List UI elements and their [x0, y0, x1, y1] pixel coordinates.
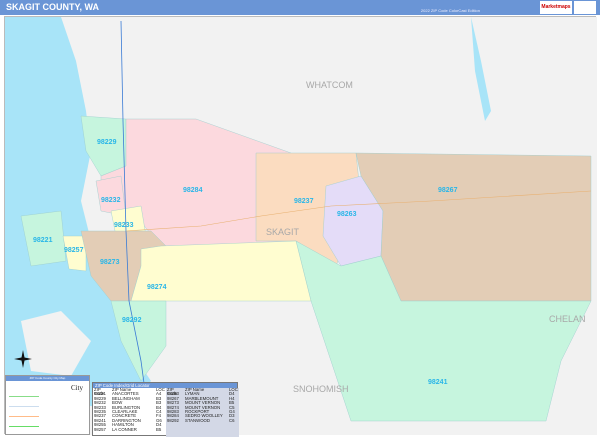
county-label-whatcom: WHATCOM [306, 80, 353, 90]
map-title: SKAGIT COUNTY, WA [6, 2, 100, 12]
zip-label: 98292 [122, 317, 142, 324]
table-cell: C6 [229, 417, 235, 423]
brand-logo: Marketmaps [540, 1, 572, 14]
zip-area-98274[interactable] [130, 240, 312, 302]
zip-label: 98273 [100, 259, 120, 266]
legend-title: ZIP Code County City Map [6, 376, 89, 381]
legend-line [9, 396, 39, 397]
table-row: 98292 STANWOOD C6 [167, 417, 239, 423]
brand-info-box [574, 1, 596, 14]
zip-label: 98267 [438, 187, 458, 194]
zip-table-left-column: ZIP Code ZIP Name LOC 98221 ANACORTES A4 9822… [93, 387, 166, 437]
legend-city-sample: City [70, 384, 83, 392]
zip-label: 98237 [294, 198, 314, 205]
zip-label: 98232 [101, 197, 121, 204]
legend-line [9, 406, 39, 407]
table-row: 98257 LA CONNER B5 [94, 426, 166, 432]
table-cell: LA CONNER [112, 426, 137, 432]
table-cell: 98257 [94, 426, 106, 432]
map-legend: ZIP Code County City Map City [5, 375, 90, 435]
zip-label: 98221 [33, 237, 53, 244]
zip-table-right-column: ZIP Code ZIP Name LOC 98263 LYMAN D4 98267 MAR… [166, 387, 239, 437]
county-label-snohomish: SNOHOMISH [293, 384, 349, 394]
zip-label: 98229 [97, 139, 117, 146]
legend-line [9, 426, 39, 427]
zip-label: 98263 [337, 211, 357, 218]
zip-label: 98284 [183, 187, 203, 194]
table-cell: B5 [156, 426, 162, 432]
table-cell: 98292 [167, 417, 179, 423]
map-canvas[interactable]: WHATCOM SKAGIT CHELAN SNOHOMISH 98229 98… [4, 16, 597, 436]
county-label-skagit: SKAGIT [266, 227, 300, 237]
zip-label: 98257 [64, 247, 84, 254]
zip-index-table: ZIP Code Index/Grid Locator ZIP Code ZIP … [92, 382, 239, 437]
zip-label: 98274 [147, 284, 167, 291]
county-label-chelan: CHELAN [549, 314, 586, 324]
zip-label: 98241 [428, 379, 448, 386]
zip-label: 98233 [114, 222, 134, 229]
table-cell: STANWOOD [185, 417, 210, 423]
edition-label: 2022 ZIP Code ColorCast Edition [420, 8, 480, 13]
header-bar: SKAGIT COUNTY, WA 2022 ZIP Code ColorCas… [0, 0, 600, 15]
legend-line [9, 416, 39, 417]
map-svg: WHATCOM SKAGIT CHELAN SNOHOMISH 98229 98… [5, 17, 597, 436]
